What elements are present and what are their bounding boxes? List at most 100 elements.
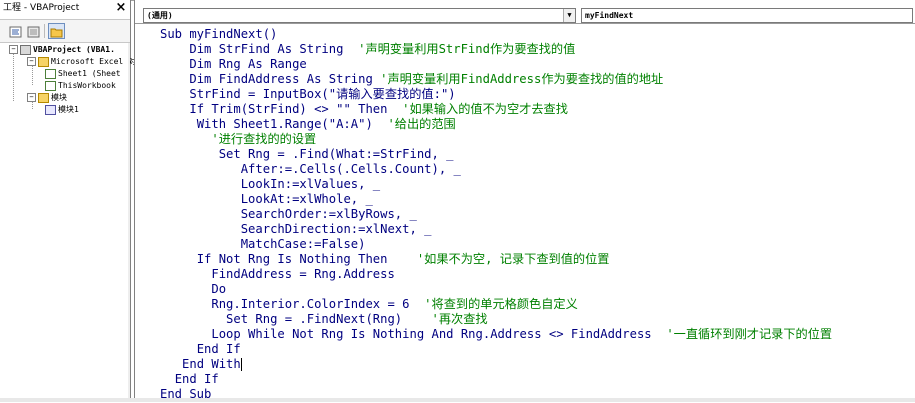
tree-item-module1[interactable]: 模块1 <box>45 104 79 116</box>
bottom-edge <box>0 398 915 402</box>
project-explorer: 工程 - VBAProject × − VBAProject (VBA1. − … <box>0 0 136 402</box>
collapse-icon[interactable]: − <box>27 93 36 102</box>
project-explorer-title-bar: 工程 - VBAProject × <box>0 0 130 17</box>
view-object-icon <box>27 26 40 38</box>
code-statement: Dim Rng As Range <box>189 57 307 71</box>
code-comment: '如果输入的值不为空才去查找 <box>402 102 568 116</box>
code-statement: End If <box>196 342 241 356</box>
code-comment: '声明变量利用StrFind作为要查找的值 <box>358 42 576 56</box>
tree-item-modules[interactable]: − 模块 <box>27 92 67 104</box>
code-line[interactable]: Do <box>160 282 226 297</box>
code-comment: '再次查找 <box>431 312 488 326</box>
code-line[interactable]: Loop While Not Rng Is Nothing And Rng.Ad… <box>160 327 832 342</box>
code-line[interactable]: LookAt:=xlWhole, _ <box>160 192 373 207</box>
tree-item-label: ThisWorkbook <box>58 81 116 90</box>
code-line[interactable]: FindAddress = Rng.Address <box>160 267 395 282</box>
code-line[interactable]: SearchOrder:=xlByRows, _ <box>160 207 417 222</box>
close-icon[interactable]: × <box>114 1 128 15</box>
code-statement: If Not Rng Is Nothing Then <box>196 252 417 266</box>
code-line[interactable]: Dim FindAddress As String '声明变量利用FindAdd… <box>160 72 663 87</box>
project-tree-scrollbar[interactable] <box>128 43 130 402</box>
code-line[interactable]: StrFind = InputBox("请输入要查找的值:") <box>160 87 456 102</box>
view-code-icon <box>9 26 22 38</box>
tree-item-thisworkbook[interactable]: ThisWorkbook <box>45 80 116 92</box>
code-line[interactable]: Sub myFindNext() <box>160 27 277 42</box>
object-dropdown[interactable]: (通用) ▼ <box>143 8 576 23</box>
code-comment: '如果不为空, 记录下查到值的位置 <box>416 252 610 266</box>
code-line[interactable]: End If <box>160 342 241 357</box>
code-statement: LookAt:=xlWhole, _ <box>240 192 373 206</box>
project-explorer-toolbar <box>0 19 130 43</box>
tree-item-label: 模块1 <box>58 105 79 114</box>
code-statement: SearchDirection:=xlNext, _ <box>240 222 432 236</box>
collapse-icon[interactable]: − <box>9 45 18 54</box>
code-line[interactable]: MatchCase:=False) <box>160 237 366 252</box>
code-line[interactable]: LookIn:=xlValues, _ <box>160 177 380 192</box>
code-statement: End If <box>174 372 219 386</box>
tree-item-label: VBAProject (VBA1. <box>33 45 115 54</box>
code-line[interactable]: End If <box>160 372 219 387</box>
code-line[interactable]: If Trim(StrFind) <> "" Then '如果输入的值不为空才去… <box>160 102 568 117</box>
module-icon <box>45 104 56 115</box>
folder-icon <box>38 92 49 103</box>
code-line[interactable]: If Not Rng Is Nothing Then '如果不为空, 记录下查到… <box>160 252 610 267</box>
view-code-button[interactable] <box>7 23 24 39</box>
code-line[interactable]: After:=.Cells(.Cells.Count), _ <box>160 162 461 177</box>
view-object-button[interactable] <box>25 23 42 39</box>
code-statement: SearchOrder:=xlByRows, _ <box>240 207 417 221</box>
code-statement: After:=.Cells(.Cells.Count), _ <box>240 162 461 176</box>
code-line[interactable]: Dim StrFind As String '声明变量利用StrFind作为要查… <box>160 42 575 57</box>
code-line[interactable]: Set Rng = .Find(What:=StrFind, _ <box>160 147 454 162</box>
code-line[interactable]: SearchDirection:=xlNext, _ <box>160 222 432 237</box>
tree-item-label: Sheet1 (Sheet <box>58 69 121 78</box>
sheet-icon <box>45 68 56 79</box>
code-comment: '进行查找的的设置 <box>211 132 317 146</box>
chevron-down-icon[interactable]: ▼ <box>563 9 575 22</box>
code-line[interactable]: Set Rng = .FindNext(Rng) '再次查找 <box>160 312 488 327</box>
code-line[interactable]: End With <box>160 357 242 372</box>
code-window: (通用) ▼ myFindNext Sub myFindNext() Dim S… <box>134 0 915 402</box>
code-line[interactable]: Rng.Interior.ColorIndex = 6 '将查到的单元格颜色自定… <box>160 297 577 312</box>
code-comment: '给出的范围 <box>387 117 456 131</box>
folder-icon <box>50 28 63 38</box>
code-statement: FindAddress = Rng.Address <box>211 267 395 281</box>
procedure-dropdown-value: myFindNext <box>585 11 634 20</box>
code-statement: Set Rng = .FindNext(Rng) <box>226 312 432 326</box>
code-line[interactable]: With Sheet1.Range("A:A") '给出的范围 <box>160 117 456 132</box>
collapse-icon[interactable]: − <box>27 57 36 66</box>
toggle-folders-button[interactable] <box>48 23 65 39</box>
code-line[interactable]: Dim Rng As Range <box>160 57 307 72</box>
code-statement: StrFind = InputBox("请输入要查找的值:") <box>189 87 456 101</box>
code-editor[interactable]: Sub myFindNext() Dim StrFind As String '… <box>135 23 915 403</box>
code-comment: '声明变量利用FindAddress作为要查找的值的地址 <box>380 72 664 86</box>
code-line[interactable]: '进行查找的的设置 <box>160 132 316 147</box>
tree-item-sheet1[interactable]: Sheet1 (Sheet <box>45 68 121 80</box>
code-statement: LookIn:=xlValues, _ <box>240 177 381 191</box>
code-statement: Rng.Interior.ColorIndex = 6 <box>211 297 425 311</box>
project-explorer-title: 工程 - VBAProject <box>3 3 80 13</box>
tree-item-excel-objects[interactable]: − Microsoft Excel 对 <box>27 56 136 68</box>
code-statement: If Trim(StrFind) <> "" Then <box>189 102 403 116</box>
procedure-dropdown[interactable]: myFindNext <box>581 8 913 23</box>
tree-item-label: Microsoft Excel 对 <box>51 57 137 66</box>
tree-item-vbaproject[interactable]: − VBAProject (VBA1. <box>9 44 115 56</box>
project-icon <box>20 44 31 55</box>
